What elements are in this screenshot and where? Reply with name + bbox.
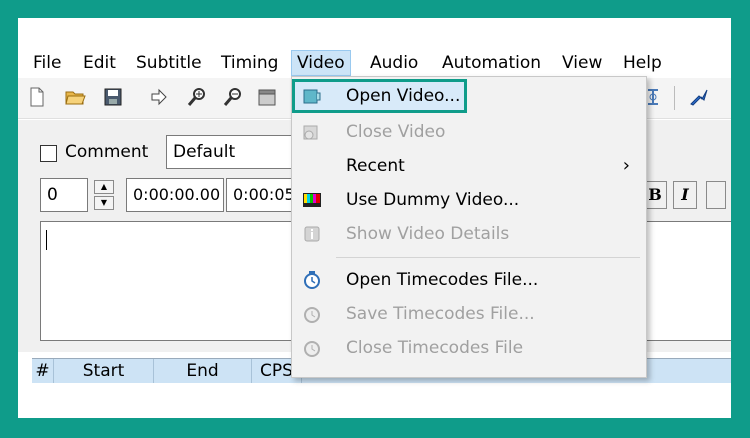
menu-item-label: Recent: [346, 156, 405, 176]
toolbar-separator: [674, 86, 675, 110]
automation-icon[interactable]: [688, 86, 710, 108]
italic-button[interactable]: I: [673, 181, 697, 209]
menu-separator: [336, 257, 640, 258]
grid-column-end[interactable]: End: [154, 359, 252, 383]
menubar: File Edit Subtitle Timing Video Audio Au…: [18, 18, 731, 76]
comment-checkbox[interactable]: [40, 145, 57, 162]
start-time-field[interactable]: 0:00:00.00: [126, 178, 224, 212]
menu-item-label: Close Video: [346, 122, 446, 142]
menu-item-close-timecodes-file[interactable]: Close Timecodes File: [292, 331, 646, 365]
submenu-arrow-icon: ›: [622, 155, 630, 176]
grid-column-number[interactable]: #: [32, 359, 54, 383]
video-menu-dropdown: Open Video... Close Video Recent › Use D…: [291, 76, 647, 378]
save-timecodes-icon: [304, 307, 320, 323]
color-bars-icon: [303, 193, 321, 207]
menu-item-save-timecodes-file[interactable]: Save Timecodes File...: [292, 297, 646, 331]
menu-item-label: Open Timecodes File...: [346, 270, 539, 290]
layer-field[interactable]: 0: [40, 178, 88, 212]
menu-automation[interactable]: Automation: [437, 50, 546, 76]
layer-down-arrow-icon[interactable]: ▼: [94, 196, 114, 210]
menu-file[interactable]: File: [28, 50, 66, 76]
zoom-in-icon[interactable]: [186, 86, 208, 108]
style-select[interactable]: Default: [166, 135, 296, 169]
comment-label: Comment: [65, 142, 149, 162]
menu-view[interactable]: View: [557, 50, 607, 76]
layer-up-arrow-icon[interactable]: ▲: [94, 180, 114, 194]
menu-item-label: Close Timecodes File: [346, 338, 524, 358]
text-caret: [46, 230, 47, 250]
menu-item-label: Show Video Details: [346, 224, 510, 244]
menu-item-close-video[interactable]: Close Video: [292, 115, 646, 149]
menu-item-open-timecodes-file[interactable]: Open Timecodes File...: [292, 263, 646, 297]
menu-video[interactable]: Video: [291, 50, 351, 76]
timecodes-icon: [304, 271, 320, 289]
open-video-icon: [303, 89, 321, 104]
jump-arrow-icon[interactable]: [148, 86, 170, 108]
app-window: File Edit Subtitle Timing Video Audio Au…: [18, 18, 731, 418]
menu-item-open-video[interactable]: Open Video...: [292, 79, 467, 113]
menu-help[interactable]: Help: [618, 50, 667, 76]
save-icon[interactable]: [102, 86, 124, 108]
menu-item-recent[interactable]: Recent ›: [292, 149, 646, 183]
menu-item-use-dummy-video[interactable]: Use Dummy Video...: [292, 183, 646, 217]
open-folder-icon[interactable]: [64, 86, 86, 108]
menu-item-label: Save Timecodes File...: [346, 304, 535, 324]
close-video-icon: [303, 125, 318, 140]
info-icon: [304, 226, 320, 242]
menu-timing[interactable]: Timing: [216, 50, 283, 76]
menu-item-label: Use Dummy Video...: [346, 190, 520, 210]
new-file-icon[interactable]: [26, 86, 48, 108]
menu-audio[interactable]: Audio: [365, 50, 423, 76]
video-clip-icon[interactable]: [256, 86, 278, 108]
menu-item-show-video-details[interactable]: Show Video Details: [292, 217, 646, 251]
menu-subtitle[interactable]: Subtitle: [131, 50, 207, 76]
grid-column-start[interactable]: Start: [54, 359, 154, 383]
underline-button[interactable]: [706, 181, 726, 209]
end-time-field[interactable]: 0:00:05: [226, 178, 296, 212]
menu-item-label: Open Video...: [346, 86, 461, 106]
menu-edit[interactable]: Edit: [78, 50, 121, 76]
zoom-out-icon[interactable]: [222, 86, 244, 108]
close-timecodes-icon: [304, 341, 320, 357]
